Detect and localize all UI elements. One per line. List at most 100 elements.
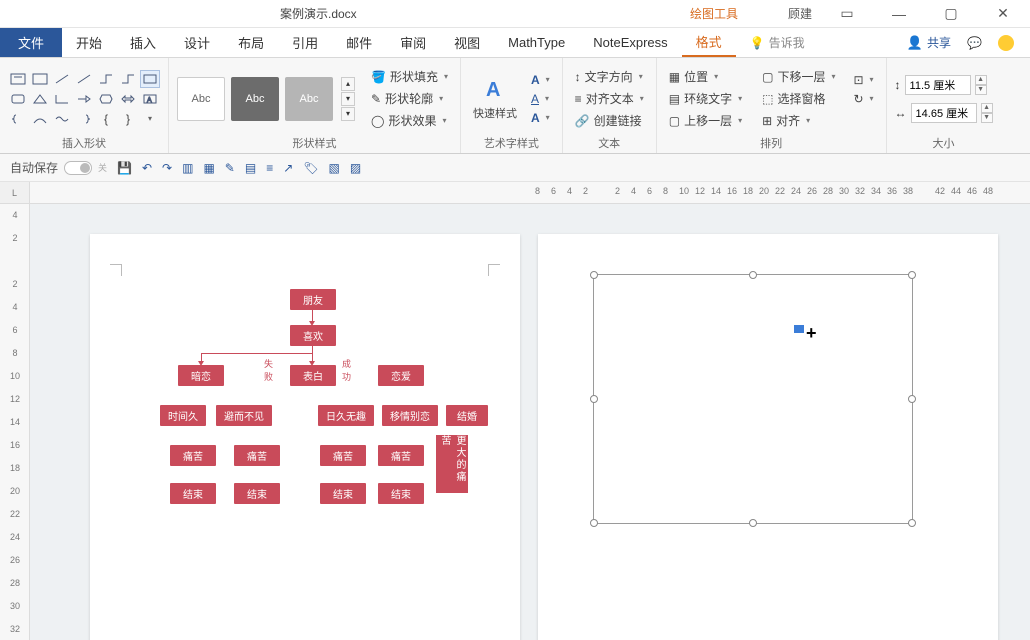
qat-icon-8[interactable]: ▧ — [329, 161, 340, 175]
gallery-down-icon[interactable]: ▾ — [341, 92, 355, 106]
tell-me[interactable]: 💡 告诉我 — [750, 28, 805, 57]
shape-connector-icon[interactable] — [96, 70, 116, 88]
quick-styles-button[interactable]: A 快速样式 — [469, 76, 521, 121]
ruler-corner[interactable]: L — [0, 182, 29, 204]
resize-handle[interactable] — [908, 271, 916, 279]
group-button[interactable]: ⊡▾ — [849, 72, 877, 88]
text-fill-button[interactable]: A▾ — [527, 72, 554, 88]
shape-arrow-icon[interactable] — [74, 90, 94, 108]
height-up[interactable]: ▲ — [975, 75, 987, 85]
save-icon[interactable]: 💾 — [117, 161, 132, 175]
shape-lbrace3-icon[interactable]: { — [96, 110, 116, 128]
tab-reference[interactable]: 引用 — [278, 28, 332, 57]
rotate-button[interactable]: ↻▾ — [849, 91, 877, 107]
window-minimize-button[interactable]: — — [882, 6, 916, 22]
resize-handle[interactable] — [590, 519, 598, 527]
shape-style-2[interactable]: Abc — [231, 77, 279, 121]
shape-outline-button[interactable]: ✎形状轮廓▾ — [367, 89, 452, 108]
autosave-toggle[interactable]: 自动保存 关 — [10, 159, 107, 176]
width-up[interactable]: ▲ — [981, 103, 993, 113]
tab-noteexpress[interactable]: NoteExpress — [579, 28, 681, 57]
qat-icon-2[interactable]: ▦ — [203, 161, 214, 175]
shape-lconn-icon[interactable] — [52, 90, 72, 108]
shape-triangle-icon[interactable] — [30, 90, 50, 108]
width-down[interactable]: ▼ — [981, 113, 993, 123]
selected-shape[interactable]: + — [593, 274, 913, 524]
shape-style-1[interactable]: Abc — [177, 77, 225, 121]
shape-textbox3-icon[interactable]: A — [140, 90, 160, 108]
tab-design[interactable]: 设计 — [170, 28, 224, 57]
shape-connector2-icon[interactable] — [118, 70, 138, 88]
vertical-ruler[interactable]: L 422468101214161820222426283032 — [0, 182, 30, 640]
shape-fill-button[interactable]: 🪣形状填充▾ — [367, 67, 452, 86]
shape-line2-icon[interactable] — [74, 70, 94, 88]
resize-handle[interactable] — [908, 395, 916, 403]
selection-pane-button[interactable]: ⬚选择窗格 — [758, 89, 839, 108]
send-backward-button[interactable]: ▢下移一层▾ — [758, 67, 839, 86]
shape-style-3[interactable]: Abc — [285, 77, 333, 121]
position-button[interactable]: ▦位置▾ — [665, 67, 746, 86]
horizontal-ruler[interactable]: 8642246810121416182022242628303234363842… — [30, 182, 1030, 204]
qat-icon-7[interactable]: 🏷 — [303, 161, 318, 175]
shape-style-gallery[interactable]: Abc Abc Abc — [177, 77, 333, 121]
tab-home[interactable]: 开始 — [62, 28, 116, 57]
shape-width-input[interactable] — [911, 103, 977, 123]
redo-icon[interactable]: ↷ — [162, 161, 172, 175]
tab-review[interactable]: 审阅 — [386, 28, 440, 57]
resize-handle[interactable] — [590, 395, 598, 403]
tab-layout[interactable]: 布局 — [224, 28, 278, 57]
height-down[interactable]: ▼ — [975, 85, 987, 95]
shape-curve-icon[interactable] — [30, 110, 50, 128]
gallery-more-icon[interactable]: ▾ — [341, 107, 355, 121]
text-direction-button[interactable]: ↕文字方向▾ — [571, 67, 648, 86]
tab-mail[interactable]: 邮件 — [332, 28, 386, 57]
shape-hexagon-icon[interactable] — [96, 90, 116, 108]
shape-more-icon[interactable]: ▾ — [140, 110, 160, 128]
resize-handle[interactable] — [590, 271, 598, 279]
text-outline-button[interactable]: A▾ — [527, 91, 554, 107]
wrap-text-button[interactable]: ▤环绕文字▾ — [665, 89, 746, 108]
user-name[interactable]: 顾建 — [788, 5, 812, 22]
window-maximize-button[interactable]: ▢ — [934, 5, 968, 22]
ruler-tick: 34 — [871, 186, 881, 196]
shape-lbrace2-icon[interactable] — [74, 110, 94, 128]
qat-icon-4[interactable]: ▤ — [245, 161, 256, 175]
qat-icon-3[interactable]: ✎ — [225, 161, 235, 175]
shape-wave-icon[interactable] — [52, 110, 72, 128]
shape-textbox2-icon[interactable] — [30, 70, 50, 88]
bring-forward-button[interactable]: ▢上移一层▾ — [665, 111, 746, 130]
comments-icon[interactable]: 💬 — [967, 36, 982, 50]
shape-height-input[interactable] — [905, 75, 971, 95]
shape-roundrect-icon[interactable] — [8, 90, 28, 108]
tab-format[interactable]: 格式 — [682, 28, 736, 57]
qat-icon-6[interactable]: ↗ — [283, 161, 293, 175]
shape-effects-button[interactable]: ◯形状效果▾ — [367, 111, 452, 130]
shape-lbrace-icon[interactable] — [8, 110, 28, 128]
resize-handle[interactable] — [749, 519, 757, 527]
shape-line-icon[interactable] — [52, 70, 72, 88]
tab-view[interactable]: 视图 — [440, 28, 494, 57]
undo-icon[interactable]: ↶ — [142, 161, 152, 175]
share-button[interactable]: 👤 共享 — [907, 34, 951, 51]
qat-icon-5[interactable]: ≡ — [266, 161, 273, 175]
shape-rbrace-icon[interactable]: } — [118, 110, 138, 128]
resize-handle[interactable] — [749, 271, 757, 279]
shape-doublearrow-icon[interactable] — [118, 90, 138, 108]
tab-file[interactable]: 文件 — [0, 28, 62, 57]
create-link-button[interactable]: 🔗创建链接 — [571, 111, 648, 130]
tab-mathtype[interactable]: MathType — [494, 28, 579, 57]
align-button[interactable]: ⊞对齐▾ — [758, 111, 839, 130]
shape-rectangle-icon[interactable] — [140, 70, 160, 88]
tab-insert[interactable]: 插入 — [116, 28, 170, 57]
align-text-button[interactable]: ≡对齐文本▾ — [571, 89, 648, 108]
window-close-button[interactable]: ✕ — [986, 5, 1020, 22]
shape-gallery[interactable]: A { } ▾ — [8, 70, 160, 128]
ribbon-options-icon[interactable]: ▭ — [830, 5, 864, 22]
smiley-icon[interactable] — [998, 35, 1014, 51]
resize-handle[interactable] — [908, 519, 916, 527]
qat-icon-9[interactable]: ▨ — [350, 161, 361, 175]
text-effects-button[interactable]: A▾ — [527, 110, 554, 126]
shape-textbox-icon[interactable] — [8, 70, 28, 88]
gallery-up-icon[interactable]: ▴ — [341, 77, 355, 91]
qat-icon-1[interactable]: ▥ — [182, 161, 193, 175]
